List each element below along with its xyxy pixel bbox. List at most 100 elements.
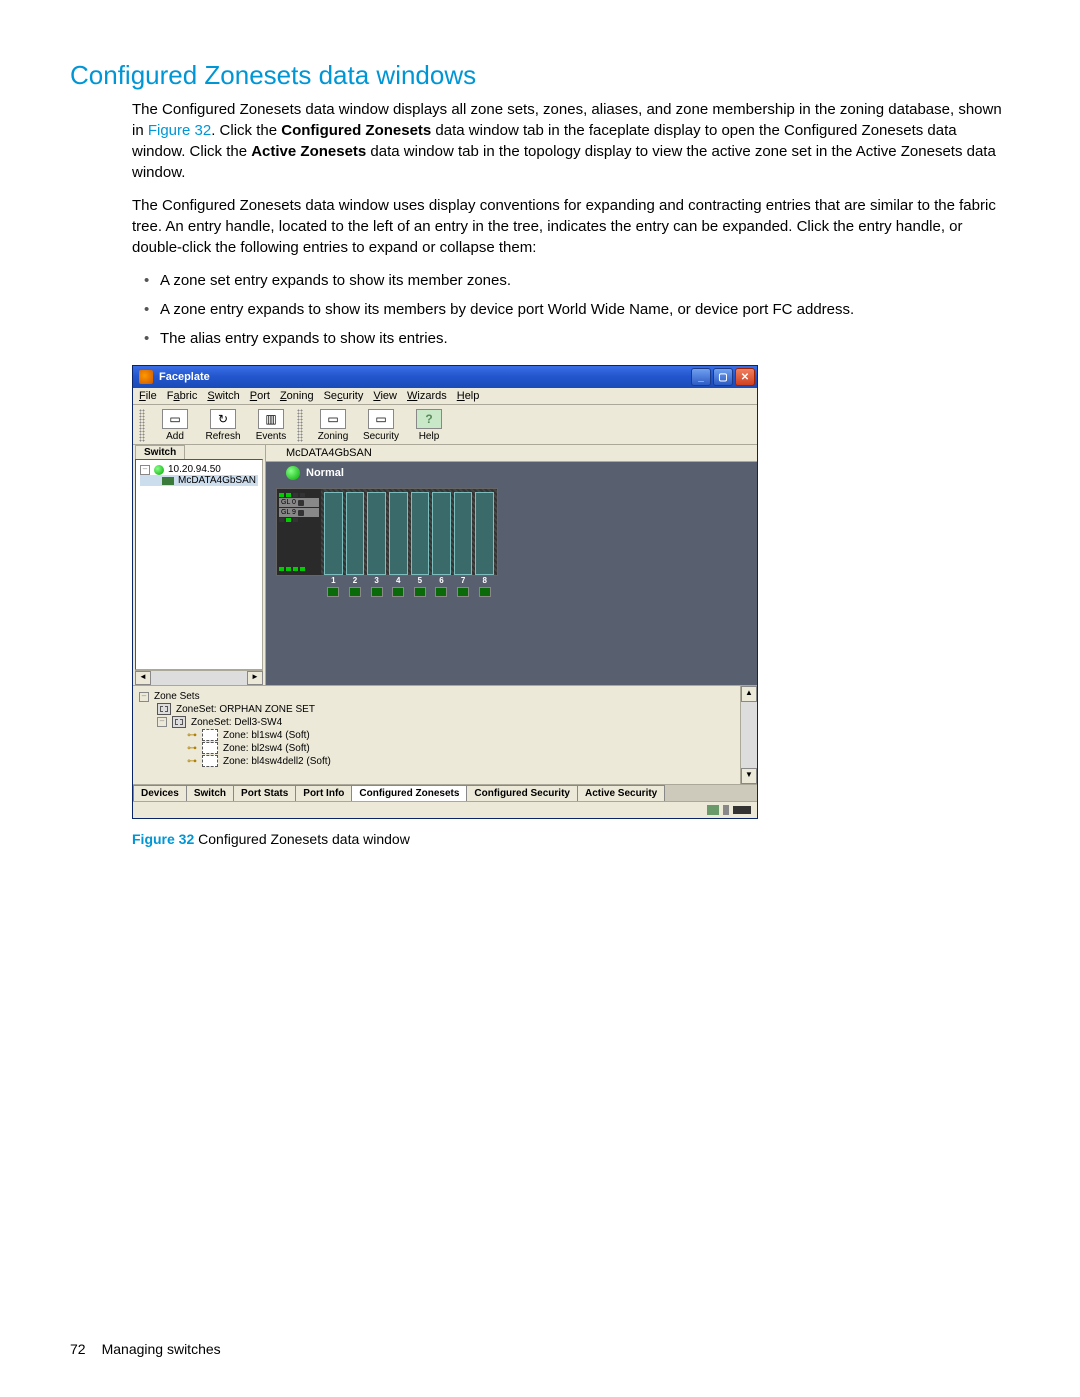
refresh-button[interactable]: ↻Refresh — [201, 409, 245, 442]
status-dot-icon — [154, 465, 164, 475]
label: Add — [166, 431, 184, 442]
bullet-list: A zone set entry expands to show its mem… — [132, 270, 1010, 349]
menu-wizards[interactable]: Wizards — [407, 390, 447, 402]
figure-link[interactable]: Figure 32 — [148, 122, 211, 139]
port-3[interactable]: 3 — [367, 576, 386, 597]
tab-configured-security[interactable]: Configured Security — [466, 785, 578, 801]
toolbar-handle-icon[interactable] — [139, 409, 145, 442]
menu-help[interactable]: Help — [457, 390, 480, 402]
body-text: The Configured Zonesets data window disp… — [132, 99, 1010, 349]
tab-configured-zonesets[interactable]: Configured Zonesets — [351, 785, 467, 801]
zoneset-icon — [157, 703, 171, 715]
titlebar[interactable]: Faceplate _ ▢ ✕ — [133, 366, 757, 388]
tab-switch[interactable]: Switch — [186, 785, 234, 801]
right-header: McDATA4GbSAN — [266, 445, 757, 462]
scroll-right-icon[interactable]: ► — [247, 671, 263, 685]
expand-handle-icon[interactable]: – — [139, 692, 149, 702]
help-icon: ? — [416, 409, 442, 429]
add-button[interactable]: ▭ Add — [153, 409, 197, 442]
menu-security[interactable]: Security — [324, 390, 364, 402]
bay[interactable] — [389, 492, 408, 575]
scroll-up-icon[interactable]: ▲ — [741, 686, 757, 702]
add-icon: ▭ — [162, 409, 188, 429]
menu-file[interactable]: File — [139, 390, 157, 402]
tree-row-zonesets[interactable]: – Zone Sets — [139, 691, 734, 702]
port-1[interactable]: 1 — [324, 576, 343, 597]
bay[interactable] — [432, 492, 451, 575]
bottom-tabs: Devices Switch Port Stats Port Info Conf… — [133, 784, 757, 801]
switch-icon — [162, 477, 174, 485]
vscrollbar[interactable]: ▲ ▼ — [740, 686, 757, 784]
tree-row-zone[interactable]: ⊶ Zone: bl1sw4 (Soft) — [139, 729, 734, 741]
list-item: A zone set entry expands to show its mem… — [160, 270, 1010, 291]
toolbar: ▭Add ↻Refresh ▥Events ▭Zoning ▭Security … — [133, 405, 757, 445]
tree-row-switch[interactable]: McDATA4GbSAN — [140, 475, 258, 486]
fabric-ip: 10.20.94.50 — [168, 464, 221, 475]
leds-icon — [279, 493, 319, 497]
zone-icon — [202, 755, 218, 767]
tab-switch[interactable]: Switch — [135, 445, 185, 459]
zone-icon — [202, 729, 218, 741]
label: Zone: bl2sw4 (Soft) — [223, 743, 310, 754]
tab-devices[interactable]: Devices — [133, 785, 187, 801]
tree-row-zone[interactable]: ⊶ Zone: bl4sw4dell2 (Soft) — [139, 755, 734, 767]
label: Zoning — [318, 431, 349, 442]
label: Security — [363, 431, 399, 442]
menu-view[interactable]: View — [373, 390, 397, 402]
expand-handle-icon[interactable]: – — [157, 717, 167, 727]
status-row: Normal — [266, 462, 757, 484]
security-button[interactable]: ▭Security — [359, 409, 403, 442]
status-icon — [723, 805, 729, 815]
help-button[interactable]: ?Help — [407, 409, 451, 442]
bay[interactable] — [346, 492, 365, 575]
port-2[interactable]: 2 — [346, 576, 365, 597]
close-button[interactable]: ✕ — [735, 368, 755, 386]
menu-switch[interactable]: Switch — [207, 390, 239, 402]
zone-icon — [202, 742, 218, 754]
label: Events — [256, 431, 287, 442]
maximize-button[interactable]: ▢ — [713, 368, 733, 386]
tree-row-zoneset[interactable]: – ZoneSet: Dell3-SW4 — [139, 716, 734, 728]
label: ZoneSet: Dell3-SW4 — [191, 717, 282, 728]
events-button[interactable]: ▥ Events — [249, 409, 293, 442]
toolbar-handle-icon[interactable] — [297, 409, 303, 442]
zonesets-tree[interactable]: – Zone Sets ZoneSet: ORPHAN ZONE SET – Z… — [133, 686, 740, 784]
minimize-button[interactable]: _ — [691, 368, 711, 386]
bay[interactable] — [367, 492, 386, 575]
tree-row-fabric[interactable]: – 10.20.94.50 — [140, 464, 258, 475]
tab-port-info[interactable]: Port Info — [295, 785, 352, 801]
zoning-button[interactable]: ▭ Zoning — [311, 409, 355, 442]
tree-row-zoneset[interactable]: ZoneSet: ORPHAN ZONE SET — [139, 703, 734, 715]
port-6[interactable]: 6 — [432, 576, 451, 597]
key-icon: ⊶ — [187, 743, 197, 754]
bay[interactable] — [411, 492, 430, 575]
tab-port-stats[interactable]: Port Stats — [233, 785, 296, 801]
bay[interactable] — [454, 492, 473, 575]
port-7[interactable]: 7 — [454, 576, 473, 597]
key-icon: ⊶ — [187, 756, 197, 767]
gl-port-0[interactable]: GL 0 — [279, 498, 319, 507]
bay[interactable] — [475, 492, 494, 575]
zoning-icon: ▭ — [320, 409, 346, 429]
refresh-icon: ↻ — [210, 409, 236, 429]
scroll-down-icon[interactable]: ▼ — [741, 768, 757, 784]
events-icon: ▥ — [258, 409, 284, 429]
app-icon — [139, 370, 153, 384]
menu-port[interactable]: Port — [250, 390, 270, 402]
zonesets-area: – Zone Sets ZoneSet: ORPHAN ZONE SET – Z… — [133, 685, 757, 784]
port-4[interactable]: 4 — [389, 576, 408, 597]
port-8[interactable]: 8 — [475, 576, 494, 597]
tab-active-security[interactable]: Active Security — [577, 785, 665, 801]
label: Zone: bl1sw4 (Soft) — [223, 730, 310, 741]
port-5[interactable]: 5 — [411, 576, 430, 597]
menubar: File Fabric Switch Port Zoning Security … — [133, 388, 757, 405]
bay[interactable] — [324, 492, 343, 575]
expand-handle-icon[interactable]: – — [140, 465, 150, 475]
gl-port-9[interactable]: GL 9 — [279, 508, 319, 517]
hscrollbar[interactable]: ◄ ► — [135, 670, 263, 685]
fabric-tree[interactable]: – 10.20.94.50 McDATA4GbSAN — [135, 459, 263, 670]
tree-row-zone[interactable]: ⊶ Zone: bl2sw4 (Soft) — [139, 742, 734, 754]
menu-fabric[interactable]: Fabric — [167, 390, 198, 402]
scroll-left-icon[interactable]: ◄ — [135, 671, 151, 685]
menu-zoning[interactable]: Zoning — [280, 390, 314, 402]
